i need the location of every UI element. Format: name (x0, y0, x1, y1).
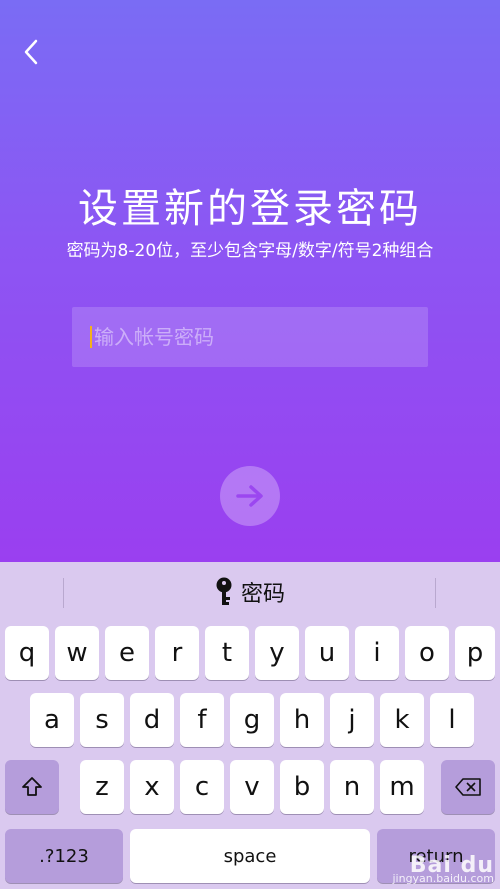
key-y[interactable]: y (255, 626, 299, 680)
suggestion-divider (63, 578, 64, 608)
suggestion-label: 密码 (240, 582, 285, 607)
key-p[interactable]: p (455, 626, 495, 680)
suggestion-bar: 密码 (0, 562, 500, 622)
page-title: 设置新的登录密码 (78, 186, 422, 232)
key-g[interactable]: g (230, 693, 274, 747)
chevron-left-icon (24, 39, 38, 65)
password-rules-text: 密码为8-20位，至少包含字母/数字/符号2种组合 (66, 241, 434, 261)
key-d[interactable]: d (130, 693, 174, 747)
numbers-key[interactable]: .?123 (5, 829, 123, 883)
key-a[interactable]: a (30, 693, 74, 747)
key-c[interactable]: c (180, 760, 224, 814)
key-m[interactable]: m (380, 760, 424, 814)
key-e[interactable]: e (105, 626, 149, 680)
key-o[interactable]: o (405, 626, 449, 680)
key-l[interactable]: l (430, 693, 474, 747)
delete-key[interactable] (441, 760, 495, 814)
key-t[interactable]: t (205, 626, 249, 680)
password-input[interactable] (94, 325, 414, 349)
key-s[interactable]: s (80, 693, 124, 747)
key-h[interactable]: h (280, 693, 324, 747)
key-j[interactable]: j (330, 693, 374, 747)
key-u[interactable]: u (305, 626, 349, 680)
keyboard: 密码 q w e r t y u i o p a s d f g h j k l… (0, 562, 500, 889)
text-caret (90, 326, 92, 348)
watermark-url: jingyan.baidu.com (392, 872, 494, 885)
back-button[interactable] (14, 32, 48, 72)
shift-key[interactable] (5, 760, 59, 814)
shift-icon (22, 777, 42, 796)
key-b[interactable]: b (280, 760, 324, 814)
backspace-icon (455, 778, 481, 796)
password-suggestion[interactable]: 密码 (215, 576, 285, 608)
key-r[interactable]: r (155, 626, 199, 680)
key-n[interactable]: n (330, 760, 374, 814)
password-screen: 设置新的登录密码 密码为8-20位，至少包含字母/数字/符号2种组合 (0, 0, 500, 562)
key-w[interactable]: w (55, 626, 99, 680)
key-icon (216, 577, 232, 605)
watermark: Bai du jingyan.baidu.com (392, 853, 494, 886)
key-k[interactable]: k (380, 693, 424, 747)
key-v[interactable]: v (230, 760, 274, 814)
next-button[interactable] (220, 466, 280, 526)
password-field[interactable] (72, 307, 428, 367)
key-z[interactable]: z (80, 760, 124, 814)
space-key[interactable]: space (130, 829, 370, 883)
key-q[interactable]: q (5, 626, 49, 680)
key-i[interactable]: i (355, 626, 399, 680)
suggestion-divider (435, 578, 436, 608)
arrow-right-icon (236, 485, 263, 507)
key-f[interactable]: f (180, 693, 224, 747)
watermark-logo: Bai du (409, 853, 494, 878)
key-x[interactable]: x (130, 760, 174, 814)
